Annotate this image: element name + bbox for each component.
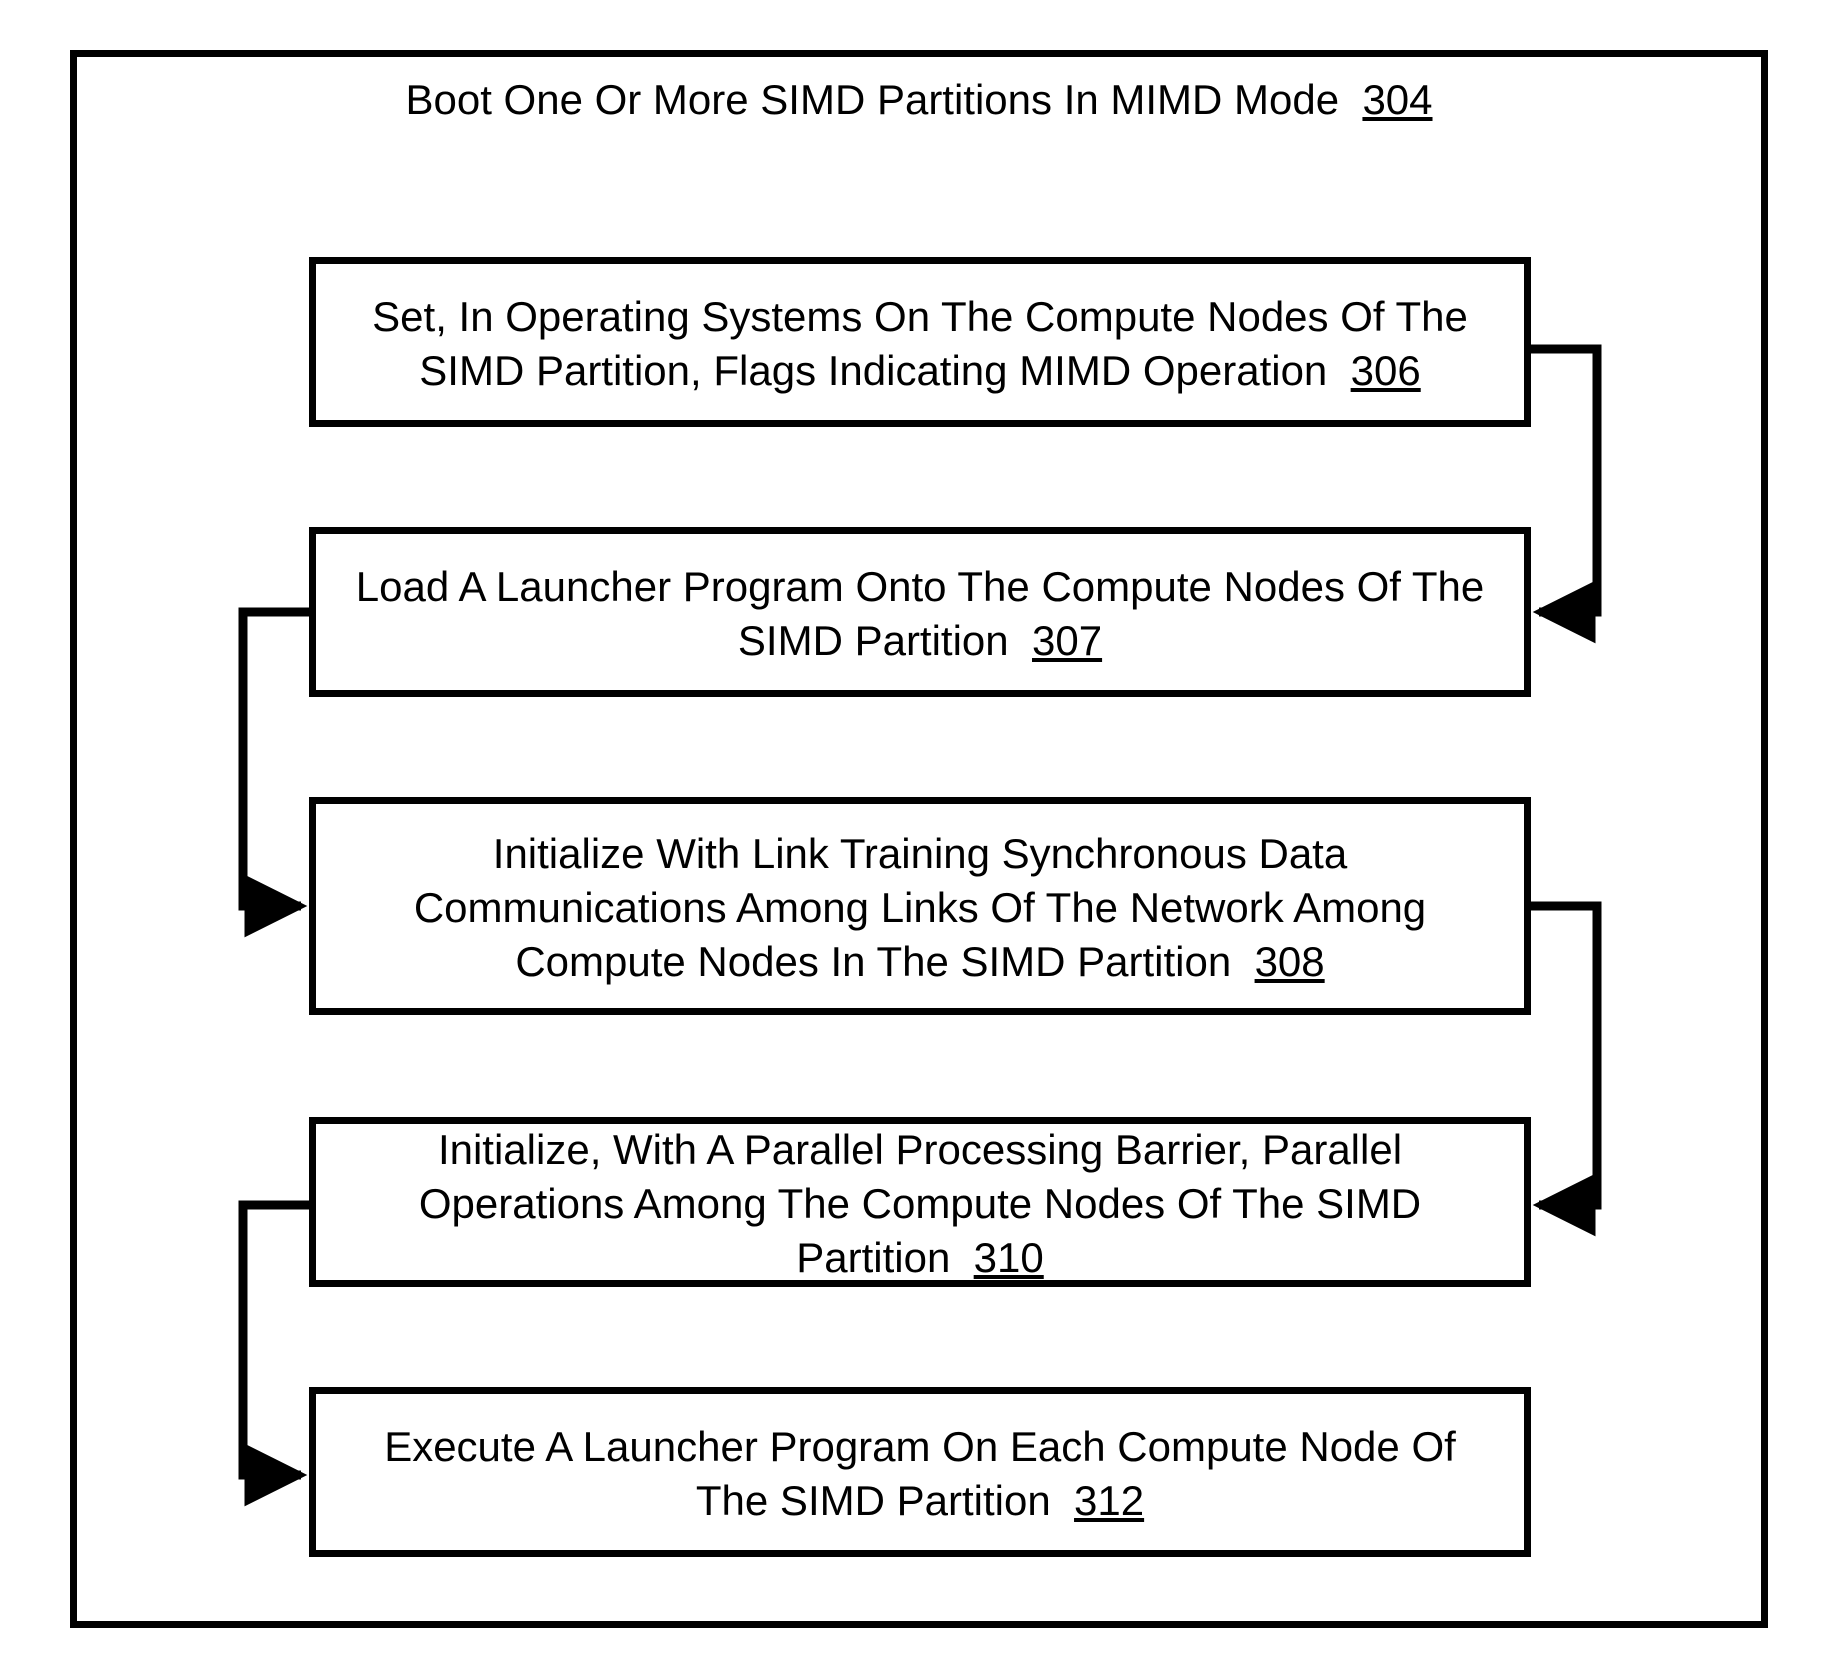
step-ref: 306 [1351, 347, 1421, 394]
step-execute-launcher: Execute A Launcher Program On Each Compu… [309, 1387, 1531, 1557]
step-ref: 308 [1255, 938, 1325, 985]
container-title-ref: 304 [1362, 76, 1432, 123]
step-ref: 312 [1074, 1477, 1144, 1524]
step-text: Load A Launcher Program Onto The Compute… [356, 563, 1484, 664]
container-title-text: Boot One Or More SIMD Partitions In MIMD… [405, 76, 1339, 123]
step-text: Set, In Operating Systems On The Compute… [372, 293, 1468, 394]
step-ref: 307 [1032, 617, 1102, 664]
step-set-flags: Set, In Operating Systems On The Compute… [309, 257, 1531, 427]
step-load-launcher: Load A Launcher Program Onto The Compute… [309, 527, 1531, 697]
flow-container: Boot One Or More SIMD Partitions In MIMD… [70, 50, 1768, 1628]
container-title: Boot One Or More SIMD Partitions In MIMD… [77, 75, 1761, 125]
step-ref: 310 [974, 1234, 1044, 1281]
step-link-training: Initialize With Link Training Synchronou… [309, 797, 1531, 1015]
step-parallel-barrier: Initialize, With A Parallel Processing B… [309, 1117, 1531, 1287]
step-text: Initialize, With A Parallel Processing B… [419, 1126, 1421, 1281]
step-text: Execute A Launcher Program On Each Compu… [384, 1423, 1456, 1524]
